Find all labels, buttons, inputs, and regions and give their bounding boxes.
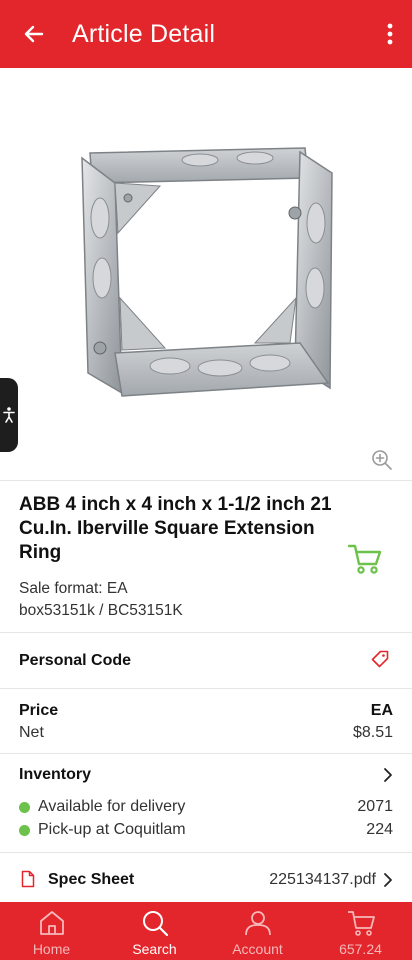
nav-account[interactable]: Account (206, 902, 309, 960)
inventory-label: Inventory (19, 766, 92, 783)
home-icon (39, 911, 64, 935)
availability-dot (19, 802, 30, 813)
nav-label: Search (132, 941, 177, 957)
net-label: Net (19, 724, 44, 741)
zoom-in-icon[interactable] (370, 448, 394, 472)
accessibility-toggle[interactable] (0, 378, 18, 452)
inventory-item-label: Available for delivery (38, 798, 186, 815)
more-vertical-icon (387, 23, 393, 45)
app-bar: Article Detail (0, 0, 412, 68)
spec-sheet-label: Spec Sheet (48, 871, 135, 888)
add-to-cart-icon[interactable] (347, 543, 383, 575)
product-codes: box53151k / BC53151K (19, 602, 183, 619)
nav-home[interactable]: Home (0, 902, 103, 960)
inventory-item-label: Pick-up at Coquitlam (38, 821, 186, 838)
product-image-area (0, 68, 412, 480)
divider (0, 632, 412, 633)
product-image[interactable] (60, 138, 350, 418)
nav-cart[interactable]: 657.24 (309, 902, 412, 960)
bottom-navigation: Home Search Account 657.24 (0, 902, 412, 960)
price-label: Price (19, 702, 59, 719)
divider (0, 688, 412, 689)
sale-format: Sale format: EA (19, 580, 128, 597)
cart-total: 657.24 (339, 941, 382, 957)
arrow-left-icon (24, 25, 44, 43)
divider (0, 753, 412, 754)
price-unit: EA (370, 702, 393, 719)
inventory-item-value: 224 (366, 821, 393, 838)
page-title: Article Detail (72, 19, 216, 48)
divider (0, 852, 412, 853)
user-icon (244, 911, 271, 936)
back-button[interactable] (0, 0, 68, 68)
document-icon (21, 870, 35, 888)
inventory-item-value: 2071 (357, 798, 393, 815)
nav-label: Home (32, 941, 71, 957)
chevron-right-icon (384, 873, 392, 887)
nav-search[interactable]: Search (103, 902, 206, 960)
personal-code-label: Personal Code (19, 652, 132, 669)
cart-icon (347, 911, 375, 936)
search-icon (142, 911, 168, 937)
availability-dot (19, 825, 30, 836)
net-price: $8.51 (352, 724, 393, 741)
product-name: ABB 4 inch x 4 inch x 1-1/2 inch 21 Cu.I… (19, 494, 332, 563)
accessibility-icon (3, 407, 15, 423)
divider (0, 480, 412, 481)
nav-label: Account (232, 941, 283, 957)
chevron-right-icon (384, 768, 392, 782)
tag-icon (371, 650, 389, 668)
spec-sheet-file[interactable]: 225134137.pdf (269, 871, 376, 889)
more-menu-button[interactable] (368, 0, 412, 68)
